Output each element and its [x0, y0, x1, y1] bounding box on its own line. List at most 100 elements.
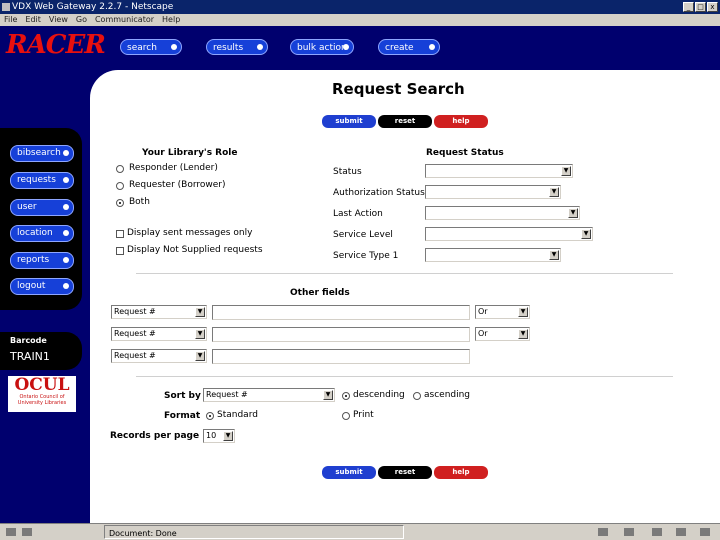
- chevron-down-icon: ▼: [549, 250, 559, 260]
- service-type-label: Service Type 1: [333, 251, 399, 261]
- frame-corner: [90, 70, 130, 110]
- bullet-icon: [63, 230, 69, 236]
- discussion-icon[interactable]: [652, 528, 662, 536]
- side-user-button[interactable]: user: [10, 199, 74, 216]
- chevron-down-icon: ▼: [518, 307, 528, 317]
- navigator-icon[interactable]: [700, 528, 710, 536]
- nav-bulk-action-button[interactable]: bulk action: [290, 39, 354, 55]
- minimize-button[interactable]: _: [683, 2, 694, 12]
- window-controls: _ □ x: [683, 2, 718, 12]
- side-bibsearch-label: bibsearch: [17, 148, 61, 158]
- menu-file[interactable]: File: [4, 14, 17, 26]
- chevron-down-icon: ▼: [195, 329, 205, 339]
- top-navigation: RACER search results bulk action create: [0, 26, 720, 70]
- side-location-button[interactable]: location: [10, 225, 74, 242]
- sent-only-label: Display sent messages only: [127, 228, 253, 238]
- service-level-select[interactable]: ▼: [425, 227, 593, 241]
- help-button-top[interactable]: help: [434, 115, 488, 128]
- not-supplied-checkbox[interactable]: [116, 247, 124, 255]
- chevron-down-icon: ▼: [568, 208, 578, 218]
- nav-search-label: search: [127, 43, 157, 53]
- role-requester-label: Requester (Borrower): [129, 180, 226, 190]
- side-reports-button[interactable]: reports: [10, 252, 74, 269]
- format-print-radio[interactable]: [342, 412, 350, 420]
- role-both-radio[interactable]: [116, 199, 124, 207]
- side-logout-button[interactable]: logout: [10, 278, 74, 295]
- other-op-select-1[interactable]: Or ▼: [475, 305, 530, 319]
- security-lock-icon[interactable]: [6, 528, 16, 536]
- side-user-label: user: [17, 202, 37, 212]
- other-fields-heading: Other fields: [290, 288, 350, 298]
- sort-descending-label: descending: [353, 390, 405, 400]
- side-requests-label: requests: [17, 175, 56, 185]
- reset-button-top[interactable]: reset: [378, 115, 432, 128]
- side-bibsearch-button[interactable]: bibsearch: [10, 145, 74, 162]
- side-navigation: bibsearch requests user location reports…: [0, 128, 82, 310]
- help-button-bottom[interactable]: help: [434, 466, 488, 479]
- window-titlebar: VDX Web Gateway 2.2.7 - Netscape _ □ x: [0, 0, 720, 14]
- other-field-input-3[interactable]: [212, 349, 470, 364]
- last-action-select[interactable]: ▼: [425, 206, 580, 220]
- barcode-value: TRAIN1: [10, 350, 50, 363]
- other-op-value-2: Or: [478, 329, 488, 338]
- nav-results-button[interactable]: results: [206, 39, 268, 55]
- composer-icon[interactable]: [676, 528, 686, 536]
- maximize-button[interactable]: □: [695, 2, 706, 12]
- menu-communicator[interactable]: Communicator: [95, 14, 154, 26]
- nav-create-label: create: [385, 43, 414, 53]
- side-requests-button[interactable]: requests: [10, 172, 74, 189]
- sort-ascending-radio[interactable]: [413, 392, 421, 400]
- nav-search-button[interactable]: search: [120, 39, 182, 55]
- mail-icon[interactable]: [624, 528, 634, 536]
- chevron-down-icon: ▼: [581, 229, 591, 239]
- close-button[interactable]: x: [707, 2, 718, 12]
- bullet-icon: [171, 44, 177, 50]
- chevron-down-icon: ▼: [518, 329, 528, 339]
- format-standard-radio[interactable]: [206, 412, 214, 420]
- window-title: VDX Web Gateway 2.2.7 - Netscape: [12, 2, 174, 12]
- chevron-down-icon: ▼: [549, 187, 559, 197]
- menu-help[interactable]: Help: [162, 14, 180, 26]
- other-field-select-3[interactable]: Request # ▼: [111, 349, 207, 363]
- records-per-page-select[interactable]: 10 ▼: [203, 429, 235, 443]
- status-text: Document: Done: [104, 525, 404, 539]
- ocul-logo: OCUL Ontario Council of University Libra…: [8, 376, 76, 412]
- other-field-select-2[interactable]: Request # ▼: [111, 327, 207, 341]
- reset-button-bottom[interactable]: reset: [378, 466, 432, 479]
- side-reports-label: reports: [17, 255, 50, 265]
- other-field-input-1[interactable]: [212, 305, 470, 320]
- component-icon[interactable]: [598, 528, 608, 536]
- sort-select[interactable]: Request # ▼: [203, 388, 335, 402]
- other-field-input-2[interactable]: [212, 327, 470, 342]
- sort-ascending-label: ascending: [424, 390, 471, 400]
- other-op-select-2[interactable]: Or ▼: [475, 327, 530, 341]
- sort-descending-radio[interactable]: [342, 392, 350, 400]
- bullet-icon: [63, 150, 69, 156]
- format-print-label: Print: [353, 410, 374, 420]
- submit-button-top[interactable]: submit: [322, 115, 376, 128]
- other-field-select-1[interactable]: Request # ▼: [111, 305, 207, 319]
- sort-value: Request #: [206, 390, 248, 399]
- format-standard-label: Standard: [217, 410, 258, 420]
- service-type-select[interactable]: ▼: [425, 248, 561, 262]
- records-per-page-value: 10: [206, 431, 217, 440]
- ocul-name: OCUL: [14, 375, 70, 395]
- nav-create-button[interactable]: create: [378, 39, 440, 55]
- sent-only-checkbox[interactable]: [116, 230, 124, 238]
- connection-icon: [22, 528, 32, 536]
- barcode-label: Barcode: [10, 336, 47, 345]
- other-op-value-1: Or: [478, 307, 488, 316]
- menu-view[interactable]: View: [49, 14, 68, 26]
- menu-go[interactable]: Go: [76, 14, 87, 26]
- role-requester-radio[interactable]: [116, 182, 124, 190]
- status-select[interactable]: ▼: [425, 164, 573, 178]
- nav-bulk-action-label: bulk action: [297, 43, 347, 53]
- role-responder-radio[interactable]: [116, 165, 124, 173]
- side-logout-label: logout: [17, 281, 46, 291]
- menu-edit[interactable]: Edit: [25, 14, 41, 26]
- submit-button-bottom[interactable]: submit: [322, 466, 376, 479]
- authorization-status-select[interactable]: ▼: [425, 185, 561, 199]
- bullet-icon: [257, 44, 263, 50]
- status-heading: Request Status: [426, 148, 504, 158]
- chevron-down-icon: ▼: [195, 307, 205, 317]
